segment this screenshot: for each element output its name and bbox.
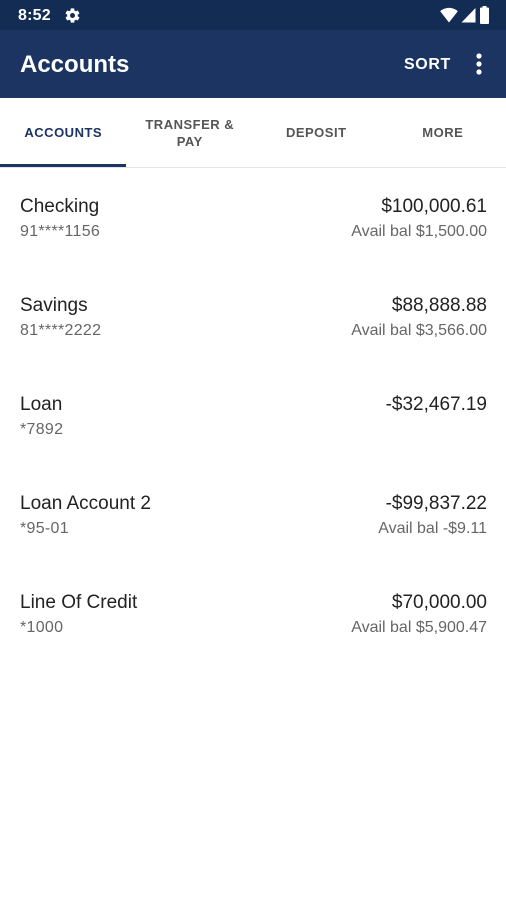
tab-accounts[interactable]: ACCOUNTS: [0, 98, 127, 167]
account-number: *95-01: [20, 520, 69, 537]
tab-label: ACCOUNTS: [24, 125, 103, 140]
account-name: Savings: [20, 295, 88, 316]
account-number: *7892: [20, 421, 64, 438]
tab-more[interactable]: MORE: [380, 98, 506, 167]
wifi-icon: [440, 7, 458, 23]
app-bar: Accounts SORT: [0, 30, 506, 98]
account-name: Loan Account 2: [20, 493, 151, 514]
account-number: 81****2222: [20, 322, 102, 339]
account-row-checking[interactable]: Checking 91****1156 $100,000.61 Avail ba…: [0, 168, 506, 267]
available-balance: Avail bal $1,500.00: [351, 223, 487, 240]
account-balance: $100,000.61: [381, 196, 487, 217]
battery-icon: [480, 6, 489, 24]
status-icons: [440, 6, 490, 24]
tab-deposit[interactable]: DEPOSIT: [253, 98, 380, 167]
account-number: *1000: [20, 619, 64, 636]
tab-label: MORE: [422, 125, 464, 140]
available-balance: Avail bal $3,566.00: [351, 322, 487, 339]
account-name: Loan: [20, 394, 63, 415]
account-balance: -$32,467.19: [385, 394, 487, 415]
account-row-loan-account-2[interactable]: Loan Account 2 *95-01 -$99,837.22 Avail …: [0, 465, 506, 564]
available-balance: Avail bal $5,900.47: [351, 619, 487, 636]
status-time: 8:52: [18, 7, 51, 24]
account-name: Line Of Credit: [20, 592, 138, 613]
overflow-menu-icon[interactable]: [468, 52, 490, 76]
status-bar: 8:52: [0, 0, 506, 30]
tab-transfer-pay[interactable]: TRANSFER & PAY: [127, 98, 254, 167]
account-balance: $88,888.88: [391, 295, 487, 316]
sort-button[interactable]: SORT: [404, 56, 451, 74]
account-row-loan[interactable]: Loan *7892 -$32,467.19: [0, 366, 506, 465]
cell-signal-icon: [461, 8, 476, 23]
tab-label: DEPOSIT: [285, 125, 347, 140]
account-row-line-of-credit[interactable]: Line Of Credit *1000 $70,000.00 Avail ba…: [0, 564, 506, 663]
tab-label: TRANSFER & PAY: [145, 116, 235, 149]
account-list: Checking 91****1156 $100,000.61 Avail ba…: [0, 168, 506, 663]
tab-bar: ACCOUNTS TRANSFER & PAY DEPOSIT MORE: [0, 98, 506, 168]
available-balance: Avail bal -$9.11: [378, 520, 487, 537]
page-title: Accounts: [20, 51, 130, 78]
account-row-savings[interactable]: Savings 81****2222 $88,888.88 Avail bal …: [0, 267, 506, 366]
gear-icon: [65, 8, 80, 23]
account-name: Checking: [20, 196, 100, 217]
account-balance: $70,000.00: [391, 592, 487, 613]
account-number: 91****1156: [20, 223, 101, 240]
account-balance: -$99,837.22: [385, 493, 487, 514]
